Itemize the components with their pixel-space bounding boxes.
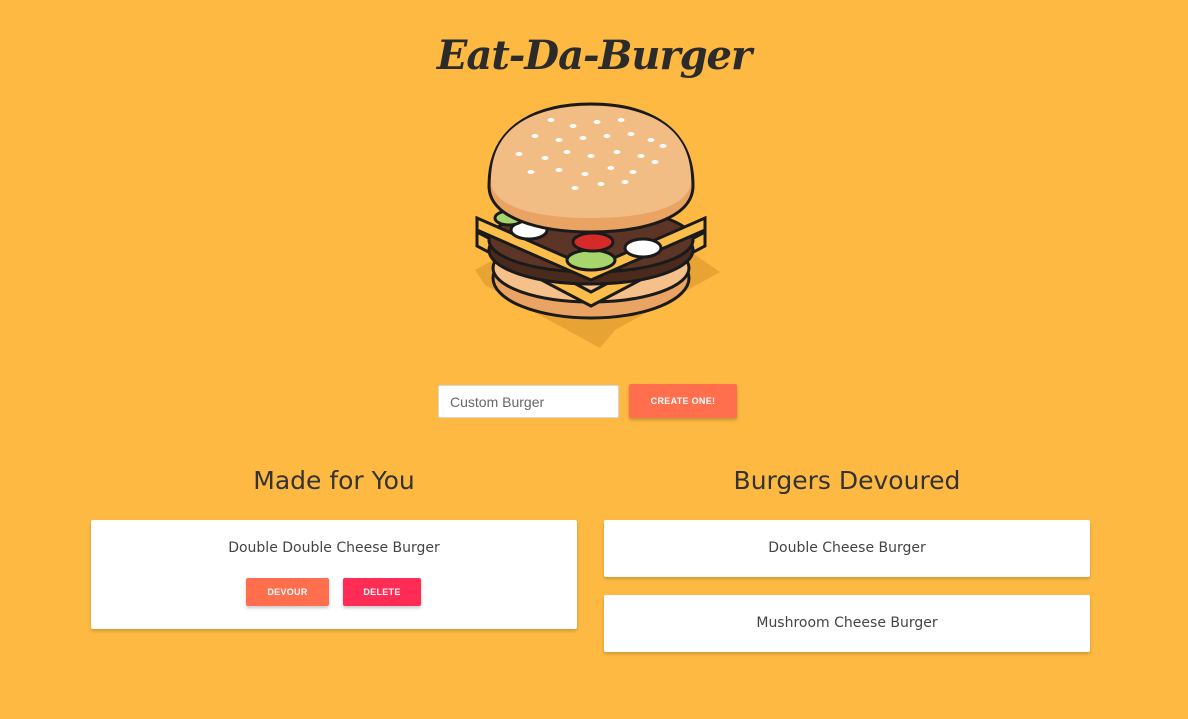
devour-button[interactable]: Devour: [246, 578, 329, 606]
burgers-devoured-heading: Burgers Devoured: [733, 466, 961, 495]
burger-card-devoured: Mushroom Cheese Burger: [604, 595, 1090, 652]
delete-button[interactable]: Delete: [343, 578, 421, 606]
burger-name: Double Cheese Burger: [768, 540, 926, 556]
made-for-you-heading: Made for You: [253, 466, 415, 495]
burger-name-input[interactable]: [438, 385, 619, 418]
create-button[interactable]: Create One!: [629, 384, 737, 418]
burger-card-uneaten: Double Double Cheese Burger Devour Delet…: [91, 520, 577, 629]
page-title: Eat-Da-Burger: [436, 32, 752, 79]
burger-name: Mushroom Cheese Burger: [756, 615, 938, 631]
burger-name: Double Double Cheese Burger: [228, 540, 440, 556]
burger-illustration: [475, 102, 720, 348]
burger-card-devoured: Double Cheese Burger: [604, 520, 1090, 577]
